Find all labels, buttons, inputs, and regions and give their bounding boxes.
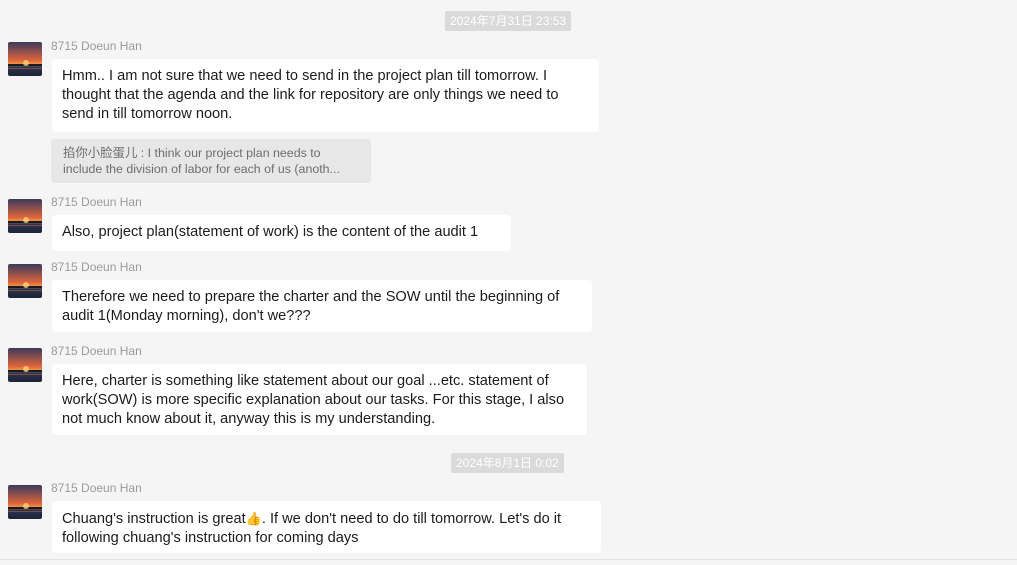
message-timestamp: 2024年7月31日 23:53 <box>445 11 572 31</box>
sunset-avatar-icon <box>8 485 42 519</box>
message-text: Chuang's instruction is great <box>62 511 246 527</box>
message-bubble[interactable]: Here, charter is something like statemen… <box>52 364 587 435</box>
sender-name[interactable]: 8715 Doeun Han <box>51 344 142 358</box>
sender-name[interactable]: 8715 Doeun Han <box>51 260 142 274</box>
message-bubble[interactable]: Hmm.. I am not sure that we need to send… <box>52 59 599 132</box>
sunset-avatar-icon <box>8 199 42 233</box>
sunset-avatar-icon <box>8 42 42 76</box>
sunset-avatar-icon <box>8 348 42 382</box>
sender-avatar[interactable] <box>8 348 42 382</box>
sender-avatar[interactable] <box>8 199 42 233</box>
sunset-avatar-icon <box>8 264 42 298</box>
sender-name[interactable]: 8715 Doeun Han <box>51 481 142 495</box>
thumbs-up-icon: 👍 <box>245 511 262 526</box>
message-timestamp: 2024年8月1日 0:02 <box>451 453 564 473</box>
sender-name[interactable]: 8715 Doeun Han <box>51 195 142 209</box>
sender-avatar[interactable] <box>8 42 42 76</box>
quoted-message[interactable]: 掐你小脸蛋儿 : I think our project plan needs … <box>51 139 371 183</box>
message-bubble[interactable]: Chuang's instruction is great👍. If we do… <box>52 501 601 553</box>
sender-name[interactable]: 8715 Doeun Han <box>51 39 142 53</box>
input-divider <box>0 559 1017 560</box>
message-bubble[interactable]: Also, project plan(statement of work) is… <box>52 215 511 251</box>
sender-avatar[interactable] <box>8 264 42 298</box>
sender-avatar[interactable] <box>8 485 42 519</box>
message-bubble[interactable]: Therefore we need to prepare the charter… <box>52 280 592 332</box>
chat-messages-area[interactable]: 2024年7月31日 23:53 8715 Doeun Han Hmm.. I … <box>0 0 1017 565</box>
